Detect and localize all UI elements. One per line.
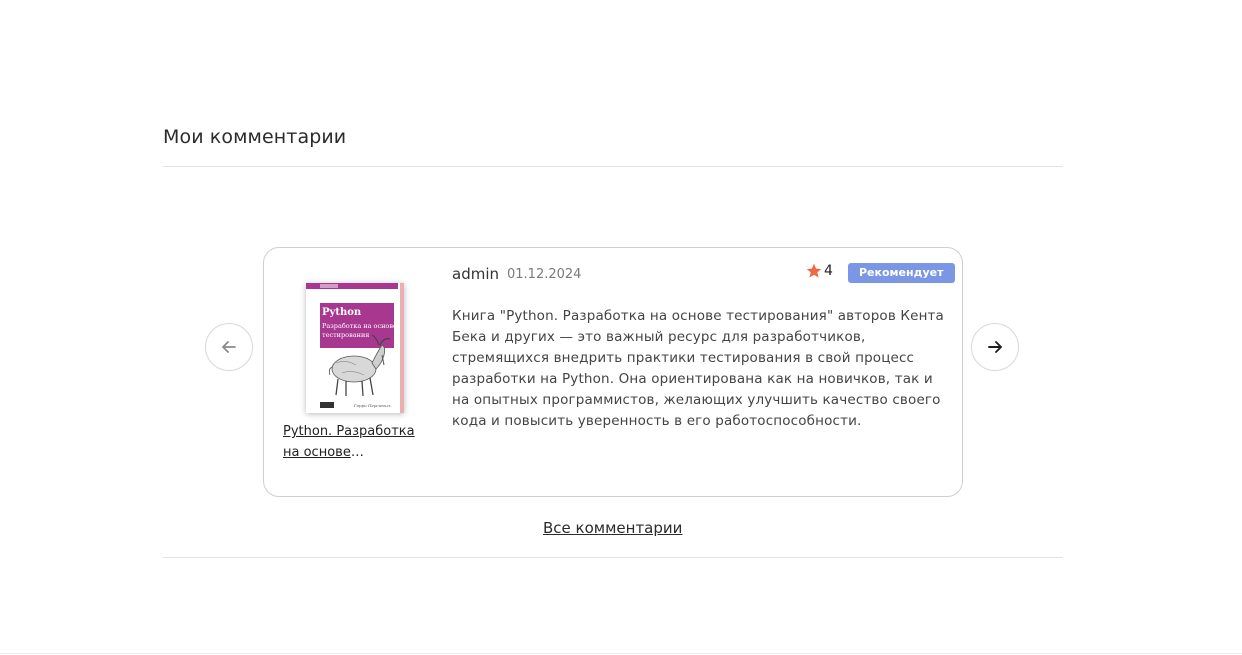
arrow-right-icon <box>988 341 1002 353</box>
prev-button[interactable] <box>205 323 253 371</box>
comment-author: admin <box>452 265 499 283</box>
cover-title: Python <box>322 307 362 318</box>
comment-card: Python Разработка на основе тестирования… <box>263 247 963 497</box>
book-cover[interactable]: Python Разработка на основе тестирования… <box>306 283 404 413</box>
arrow-left-icon <box>222 341 236 353</box>
divider-top <box>163 166 1063 167</box>
divider-bottom <box>163 557 1063 558</box>
page-title: Мои комментарии <box>163 126 347 148</box>
cover-author: Гарри Персиваль <box>353 403 391 408</box>
recommend-badge: Рекомендует <box>848 263 955 283</box>
all-comments-link[interactable]: Все комментарии <box>543 519 682 537</box>
next-button[interactable] <box>971 323 1019 371</box>
cover-subtitle-line2: тестирования <box>322 331 369 339</box>
book-title-link[interactable]: Python. Разработка на основе тестировани… <box>283 421 435 463</box>
page-bottom-edge <box>0 653 1242 654</box>
rating: 4 <box>806 263 833 279</box>
star-icon <box>806 263 822 278</box>
cover-subtitle-line1: Разработка на основе <box>322 322 397 330</box>
comment-text: Книга "Python. Разработка на основе тест… <box>452 308 944 429</box>
rating-value: 4 <box>824 263 833 279</box>
comment-date: 01.12.2024 <box>507 267 582 282</box>
